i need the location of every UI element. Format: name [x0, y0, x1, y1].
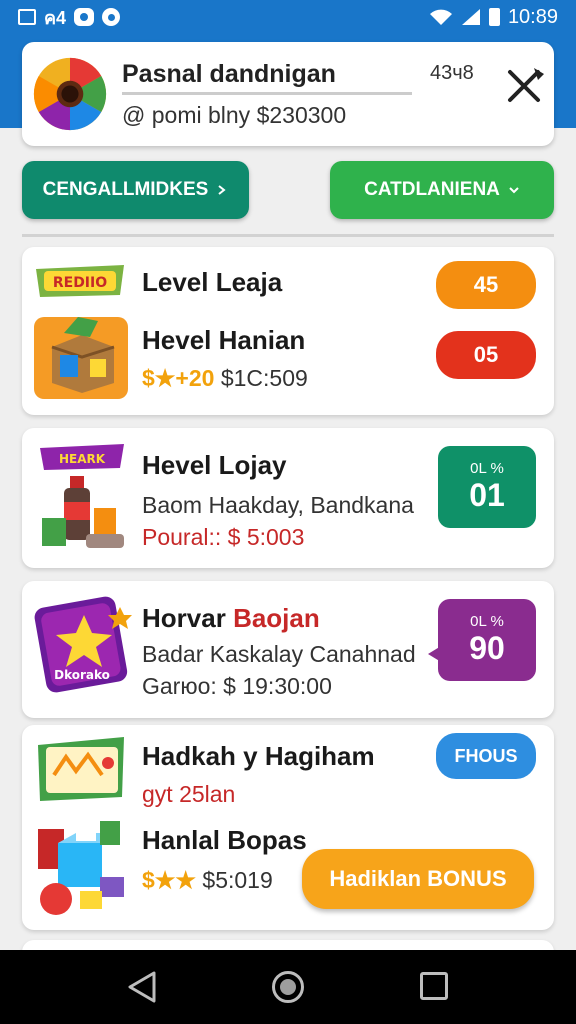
navigation-bar: [0, 950, 576, 1024]
prize-wheel-icon[interactable]: [32, 56, 108, 132]
list-item[interactable]: REDIIO Level Leaja Hevel Hanian $★+20 $1…: [22, 247, 554, 415]
card-time: Garюo: $ 19:30:00: [142, 673, 332, 699]
header-card: Pasnal dandnigan @ pomi blny $230300 43ч…: [22, 42, 554, 146]
tab-challenges[interactable]: CENGALLMIDKES: [22, 161, 249, 219]
card-title-secondary: Hevel Hanian: [142, 325, 306, 355]
wifi-icon: [429, 9, 452, 25]
tab-calendar-label: CATDLANIENA: [364, 179, 500, 200]
price-label: Poural::: [142, 524, 222, 550]
card-amount: $5:019: [202, 867, 273, 893]
back-icon[interactable]: [126, 970, 158, 1004]
star-card-icon: Dkorako: [34, 596, 132, 693]
thumb-label: REDIIO: [53, 275, 107, 291]
bonus-button[interactable]: Hadiklan BONUS: [302, 849, 534, 909]
badge-percent-label: 0L %: [470, 613, 504, 630]
box-icon: [34, 317, 128, 399]
card-amount: $1С:509: [220, 365, 308, 391]
gift-blocks-icon: [38, 821, 124, 915]
recents-icon[interactable]: [420, 972, 448, 1000]
level-banner-icon: REDIIO: [36, 265, 124, 297]
list-item[interactable]: Dkorako Horvar Baojan Badar Kaskalay Can…: [22, 581, 554, 718]
status-badge-secondary[interactable]: 05: [436, 331, 536, 379]
header-subtitle: @ pomi blny $230300: [122, 102, 347, 128]
card-price: $ 5:003: [227, 524, 305, 550]
header-title: Pasnal dandnigan: [122, 60, 336, 88]
chevron-down-icon: [509, 187, 519, 194]
card-subtitle: gyt 25lan: [142, 781, 236, 807]
bottle-icon: HEARK: [40, 444, 124, 548]
stars-text: $★★: [142, 867, 197, 893]
card-title: Level Leaja: [142, 267, 283, 297]
stars-text: $★+20: [142, 365, 215, 391]
header-count: 43ч8: [430, 62, 474, 84]
list-item[interactable]: HEARK Hevel Lojay Baom Haakday, Bandkana…: [22, 428, 554, 568]
badge-value: 90: [469, 630, 505, 666]
map-icon: [38, 737, 124, 801]
percent-badge[interactable]: 0L % 90: [438, 599, 536, 681]
card-title: Horvar Baojan: [142, 603, 320, 634]
tab-challenges-label: CENGALLMIDKES: [42, 179, 209, 200]
square-icon: [18, 9, 36, 25]
divider: [22, 234, 554, 237]
battery-icon: [488, 8, 500, 26]
location-icon: [102, 8, 121, 26]
tab-calendar[interactable]: CATDLANIENA: [330, 161, 554, 219]
card-title-secondary: Hanlal Bopas: [142, 825, 307, 855]
home-icon[interactable]: [272, 971, 304, 1003]
chevron-right-icon: [218, 185, 226, 195]
signal-icon: [461, 9, 480, 25]
badge-value: 01: [469, 477, 505, 513]
thumb-label: HEARK: [59, 452, 106, 466]
status-badge[interactable]: 45: [436, 261, 536, 309]
status-bar: ค4 10:89: [0, 0, 576, 34]
card-title-part1: Horvar: [142, 603, 226, 633]
status-right: 10:89: [429, 6, 558, 29]
badge-percent-label: 0L %: [470, 460, 504, 477]
status-left: ค4: [18, 3, 121, 32]
card-subtitle: Badar Kaskalay Canahnad: [142, 641, 416, 667]
chat-icon: [74, 8, 95, 26]
thumb-label: Dkorako: [54, 668, 110, 682]
status-badge[interactable]: FHOUS: [436, 733, 536, 779]
status-left-text: ค4: [44, 7, 67, 28]
percent-badge[interactable]: 0L % 01: [438, 446, 536, 528]
card-title: Hadkah y Hagiham: [142, 741, 375, 771]
card-title-part2: Baojan: [233, 603, 320, 633]
close-tools-icon[interactable]: [500, 60, 548, 108]
header-divider: [122, 92, 412, 95]
card-title: Hevel Lojay: [142, 450, 287, 480]
status-time: 10:89: [507, 5, 558, 28]
card-subtitle: Baom Haakday, Bandkana: [142, 492, 414, 518]
list-item[interactable]: Hadkah y Hagiham gyt 25lan Hanlal Bopas …: [22, 725, 554, 930]
